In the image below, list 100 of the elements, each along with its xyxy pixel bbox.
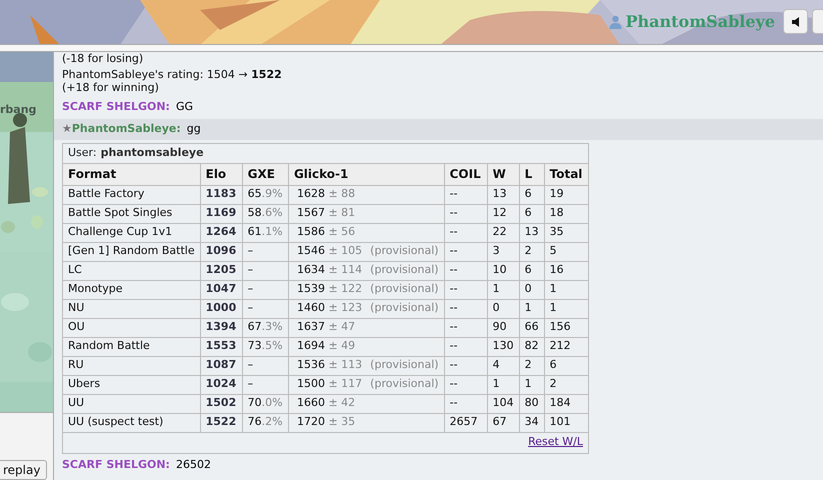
glicko-cell: 1637 ± 47: [288, 318, 444, 337]
losses-cell: 2: [519, 242, 544, 261]
glicko-cell: 1567 ± 81: [288, 204, 444, 223]
gxe-cell: 65.9%: [242, 185, 288, 204]
losses-cell: 6: [519, 204, 544, 223]
losses-cell: 6: [519, 185, 544, 204]
wins-cell: 12: [487, 204, 520, 223]
elo-cell: 1205: [200, 261, 242, 280]
format-cell: LC: [63, 261, 200, 280]
column-header: L: [519, 164, 544, 185]
format-cell: Random Battle: [63, 337, 200, 356]
reset-link[interactable]: Reset W/L: [528, 434, 583, 451]
elo-cell: 1502: [200, 394, 242, 413]
losses-cell: 80: [519, 394, 544, 413]
losses-cell: 82: [519, 337, 544, 356]
elo-cell: 1394: [200, 318, 242, 337]
coil-cell: --: [444, 261, 488, 280]
chat-username: SCARF SHELGON:: [62, 456, 170, 472]
elo-cell: 1183: [200, 185, 242, 204]
coil-cell: --: [444, 375, 488, 394]
wins-cell: 1: [487, 375, 520, 394]
glicko-cell: 1500 ± 117 (provisional): [288, 375, 444, 394]
wins-cell: 3: [487, 242, 520, 261]
format-cell: Battle Factory: [63, 185, 200, 204]
glicko-cell: 1660 ± 42: [288, 394, 444, 413]
gxe-cell: –: [242, 280, 288, 299]
format-cell: OU: [63, 318, 200, 337]
glicko-cell: 1720 ± 35: [288, 413, 444, 432]
elo-cell: 1000: [200, 299, 242, 318]
format-cell: [Gen 1] Random Battle: [63, 242, 200, 261]
format-cell: NU: [63, 299, 200, 318]
gxe-cell: –: [242, 299, 288, 318]
sound-button[interactable]: [783, 9, 808, 34]
losses-cell: 34: [519, 413, 544, 432]
coil-cell: --: [444, 223, 488, 242]
wins-cell: 10: [487, 261, 520, 280]
glicko-cell: 1546 ± 105 (provisional): [288, 242, 444, 261]
coil-cell: --: [444, 394, 488, 413]
glicko-cell: 1694 ± 49: [288, 337, 444, 356]
elo-cell: 1096: [200, 242, 242, 261]
coil-cell: --: [444, 185, 488, 204]
replay-button[interactable]: replay: [0, 460, 48, 480]
user-label: User:: [68, 145, 97, 162]
chat-username[interactable]: ★PhantomSableye:: [62, 121, 181, 138]
ladder-username: phantomsableye: [100, 145, 204, 162]
gxe-cell: 70.0%: [242, 394, 288, 413]
format-cell: Challenge Cup 1v1: [63, 223, 200, 242]
column-header: W: [487, 164, 520, 185]
elo-cell: 1553: [200, 337, 242, 356]
elo-cell: 1047: [200, 280, 242, 299]
elo-cell: 1169: [200, 204, 242, 223]
gxe-cell: 58.6%: [242, 204, 288, 223]
chat-notice: (+18 for winning): [62, 81, 159, 94]
gxe-cell: 73.5%: [242, 337, 288, 356]
gxe-cell: –: [242, 242, 288, 261]
format-cell: Ubers: [63, 375, 200, 394]
chat-notice: (-18 for losing): [62, 52, 144, 65]
coil-cell: --: [444, 318, 488, 337]
glicko-cell: 1536 ± 113 (provisional): [288, 356, 444, 375]
glicko-cell: 1628 ± 88: [288, 185, 444, 204]
chat-message: gg: [186, 121, 201, 138]
gxe-cell: –: [242, 375, 288, 394]
glicko-cell: 1586 ± 56: [288, 223, 444, 242]
losses-cell: 1: [519, 299, 544, 318]
gxe-cell: 76.2%: [242, 413, 288, 432]
gxe-cell: –: [242, 356, 288, 375]
losses-cell: 2: [519, 356, 544, 375]
column-header: Elo: [200, 164, 242, 185]
elo-cell: 1264: [200, 223, 242, 242]
wins-cell: 67: [487, 413, 520, 432]
wins-cell: 104: [487, 394, 520, 413]
column-header: GXE: [242, 164, 288, 185]
user-icon: [608, 14, 622, 28]
gxe-cell: 67.3%: [242, 318, 288, 337]
player-name: rbang: [0, 102, 36, 118]
wins-cell: 0: [487, 299, 520, 318]
format-cell: Battle Spot Singles: [63, 204, 200, 223]
losses-cell: 13: [519, 223, 544, 242]
gxe-cell: 61.1%: [242, 223, 288, 242]
gxe-cell: –: [242, 261, 288, 280]
glicko-cell: 1539 ± 122 (provisional): [288, 280, 444, 299]
format-cell: Monotype: [63, 280, 200, 299]
chat-notice: PhantomSableye's rating: 1504 → 1522: [62, 68, 282, 81]
format-cell: UU: [63, 394, 200, 413]
coil-cell: --: [444, 299, 488, 318]
column-header: Glicko-1: [288, 164, 444, 185]
column-header: Total: [544, 164, 588, 185]
wins-cell: 1: [487, 280, 520, 299]
wins-cell: 4: [487, 356, 520, 375]
glicko-cell: 1634 ± 114 (provisional): [288, 261, 444, 280]
chat-username[interactable]: SCARF SHELGON:: [62, 99, 170, 116]
elo-cell: 1522: [200, 413, 242, 432]
elo-cell: 1087: [200, 356, 242, 375]
losses-cell: 1: [519, 375, 544, 394]
coil-cell: --: [444, 356, 488, 375]
coil-cell: --: [444, 280, 488, 299]
speaker-icon: [792, 16, 800, 26]
wins-cell: 130: [487, 337, 520, 356]
elo-cell: 1024: [200, 375, 242, 394]
chat-message: GG: [176, 99, 194, 116]
